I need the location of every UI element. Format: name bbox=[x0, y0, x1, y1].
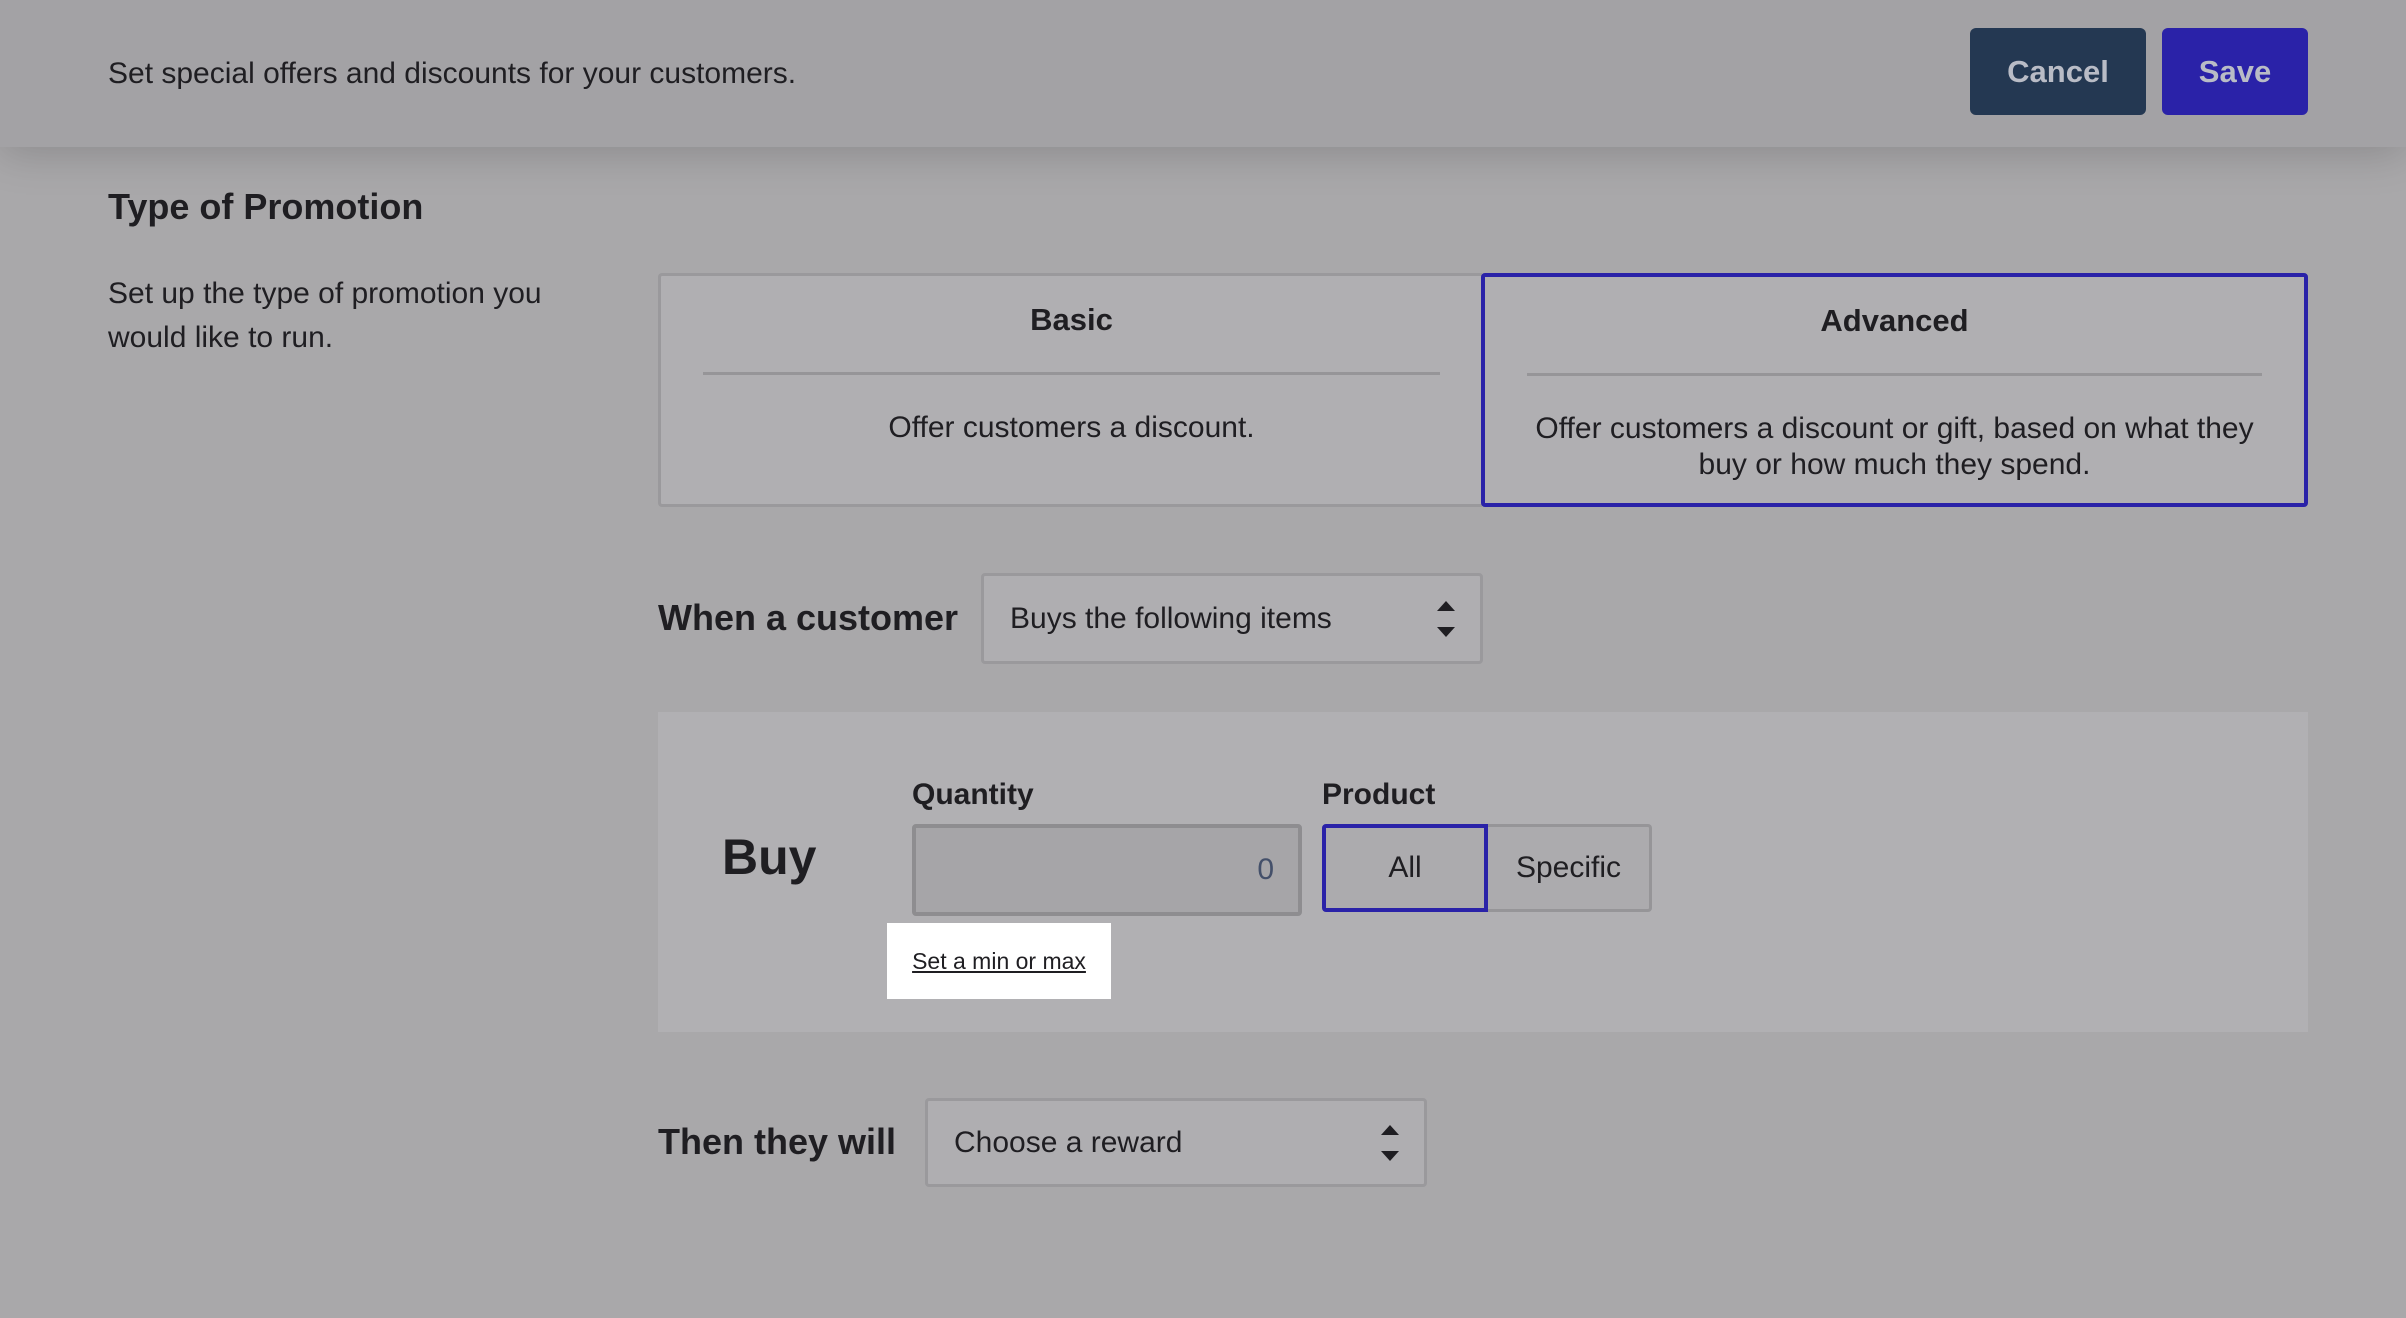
set-min-max-link[interactable]: Set a min or max bbox=[912, 948, 1086, 975]
card-divider bbox=[1527, 373, 2262, 376]
reward-label: Then they will bbox=[658, 1121, 897, 1162]
card-title-advanced: Advanced bbox=[1820, 303, 1969, 338]
section-description: Set up the type of promotion you would l… bbox=[108, 277, 542, 354]
product-specific-toggle[interactable]: Specific bbox=[1488, 824, 1652, 912]
page-subtitle: Set special offers and discounts for you… bbox=[108, 57, 797, 90]
product-all-toggle[interactable]: All bbox=[1322, 824, 1488, 912]
condition-select[interactable]: Buys the following items bbox=[981, 573, 1483, 664]
page-header: Set special offers and discounts for you… bbox=[0, 0, 2406, 147]
sort-arrows-icon bbox=[1434, 576, 1458, 661]
buy-panel: Buy Quantity Product All Specific Set a … bbox=[658, 712, 2308, 1032]
min-max-link-container: Set a min or max bbox=[887, 923, 1111, 999]
reward-select[interactable]: Choose a reward bbox=[925, 1098, 1427, 1187]
card-divider bbox=[703, 372, 1440, 375]
section-title: Type of Promotion bbox=[108, 186, 424, 227]
save-button[interactable]: Save bbox=[2162, 28, 2308, 115]
condition-select-value: Buys the following items bbox=[1010, 601, 1332, 635]
reward-select-value: Choose a reward bbox=[954, 1125, 1183, 1159]
condition-label: When a customer bbox=[658, 597, 959, 638]
promotion-type-basic-card[interactable]: Basic Offer customers a discount. bbox=[658, 273, 1482, 507]
promotion-type-advanced-card[interactable]: Advanced Offer customers a discount or g… bbox=[1481, 273, 2308, 507]
card-description-basic: Offer customers a discount. bbox=[888, 411, 1255, 444]
sort-arrows-icon bbox=[1378, 1101, 1402, 1184]
quantity-label: Quantity bbox=[912, 778, 1034, 811]
card-title-basic: Basic bbox=[1030, 302, 1113, 337]
card-description-advanced: Offer customers a discount or gift, base… bbox=[1535, 412, 2254, 481]
buy-label: Buy bbox=[722, 829, 817, 885]
quantity-input[interactable] bbox=[912, 824, 1302, 916]
product-label: Product bbox=[1322, 778, 1436, 811]
cancel-button[interactable]: Cancel bbox=[1970, 28, 2146, 115]
